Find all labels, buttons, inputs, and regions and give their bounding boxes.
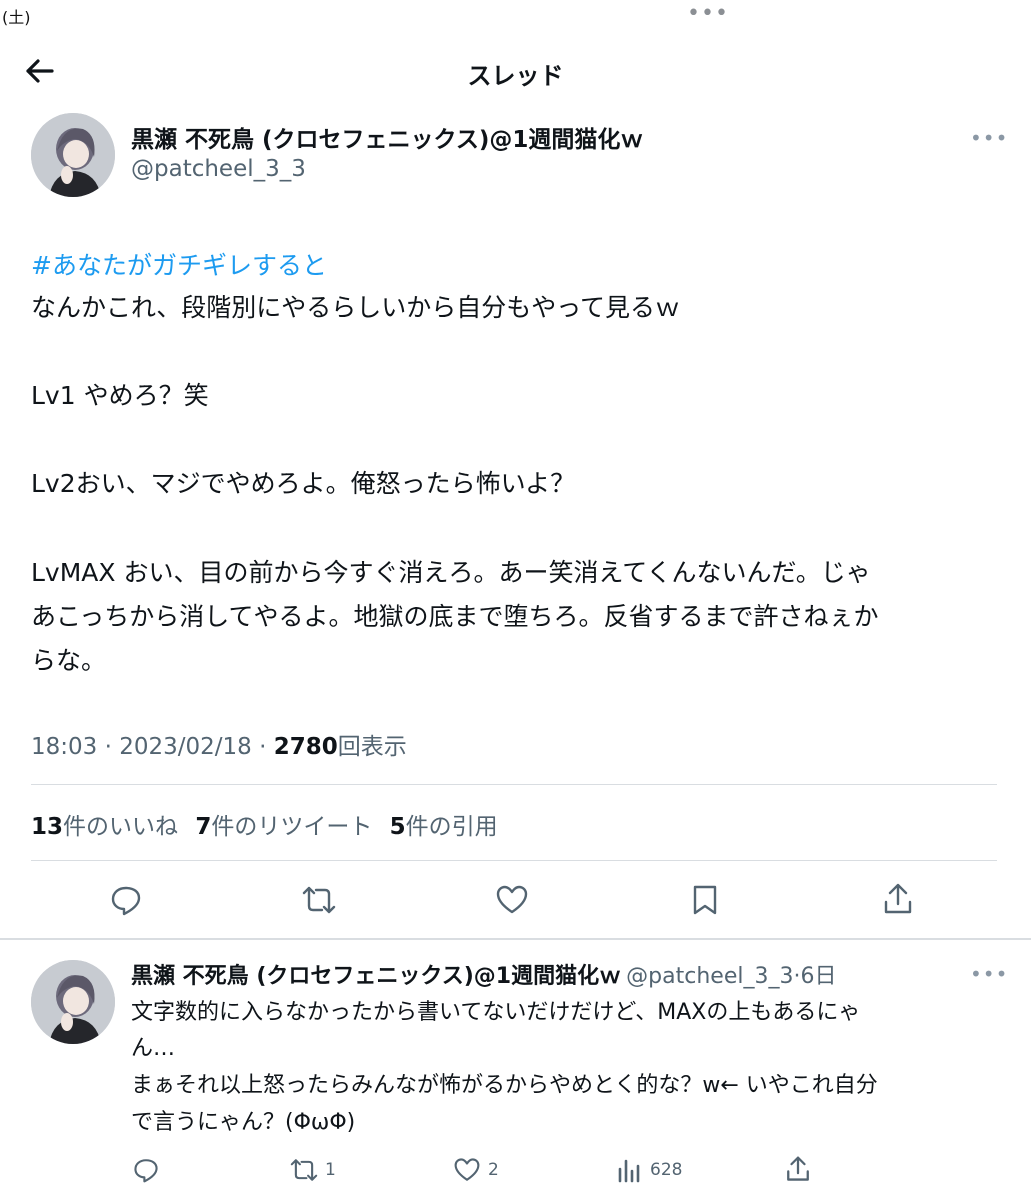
reply-retweet-icon[interactable] [290,1157,318,1183]
reply-text-line: ん… [131,1036,176,1061]
reply-handle-time[interactable]: @patcheel_3_3·6日 [626,964,836,989]
reply-text-line: で言うにゃん？(ΦωΦ) [131,1110,356,1135]
reply-text-line: まぁそれ以上怒ったらみんなが怖がるからやめとく的な？w← いやこれ自分 [131,1073,878,1098]
reply-icon[interactable] [110,884,142,916]
tweet-text-line: なんかこれ、段階別にやるらしいから自分もやって見るｗ [31,293,681,322]
retweets-stat[interactable]: 7件のリツイート [195,814,372,840]
reply-header: 黒瀬 不死鳥 (クロセフェニックス)@1週間猫化ｗ @patcheel_3_3·… [131,958,836,990]
retweet-icon[interactable] [302,884,336,916]
reply-text-line: 文字数的に入らなかったから書いてないだけだけど、MAXの上もあるにゃ [131,1000,861,1025]
views-label: 回表示 [337,734,407,760]
engagement-stats: 13件のいいね 7件のリツイート 5件の引用 [31,807,498,841]
reply-like-icon[interactable] [454,1157,480,1183]
reply-author-name[interactable]: 黒瀬 不死鳥 (クロセフェニックス)@1週間猫化ｗ [131,964,621,989]
avatar[interactable] [31,113,115,197]
more-menu-icon[interactable]: ••• [687,1,729,26]
reply-avatar[interactable] [31,960,115,1044]
views-count: 2780 [273,734,338,760]
tweet-timestamp-views: 18:03 · 2023/02/18 · 2780回表示 [31,727,407,761]
author-name[interactable]: 黒瀬 不死鳥 (クロセフェニックス)@1週間猫化ｗ [131,120,643,154]
bookmark-icon[interactable] [691,884,719,916]
share-icon[interactable] [882,882,914,916]
divider [0,938,1031,940]
reply-like-count: 2 [488,1160,499,1180]
likes-stat[interactable]: 13件のいいね [31,814,178,840]
page-title: スレッド [467,62,564,90]
tweet-more-icon[interactable]: ••• [970,126,1008,150]
reply-view-count: 628 [650,1160,683,1180]
tweet-text-line: Lv1 やめろ？笑 [31,381,209,410]
divider [31,784,997,785]
tweet-text-line: らな。 [31,646,107,675]
hashtag-link[interactable]: #あなたがガチギレすると [31,246,327,282]
reply-views-icon[interactable] [617,1157,641,1183]
reply-share-icon[interactable] [785,1155,811,1183]
like-icon[interactable] [496,884,528,916]
status-date: (土) [2,8,31,27]
tweet-text-line: LvMAX おい、目の前から今すぐ消えろ。あー笑消えてくんないんだ。じゃ [31,558,871,587]
tweet-time[interactable]: 18:03 · 2023/02/18 · [31,734,274,760]
reply-reply-icon[interactable] [133,1157,159,1183]
author-handle[interactable]: @patcheel_3_3 [131,156,306,182]
reply-more-icon[interactable]: ••• [970,962,1008,986]
divider [31,860,997,861]
quotes-stat[interactable]: 5件の引用 [390,814,498,840]
tweet-text-line: あこっちから消してやるよ。地獄の底まで堕ちろ。反省するまで許さねぇか [31,602,879,631]
reply-retweet-count: 1 [325,1160,336,1180]
tweet-text-line: Lv2おい、マジでやめろよ。俺怒ったら怖いよ？ [31,469,576,498]
